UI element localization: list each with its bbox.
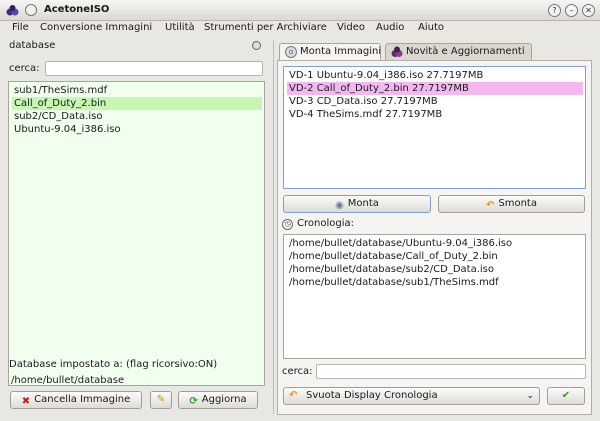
disc-icon: ◉: [335, 200, 344, 211]
chevron-down-icon: ⌄: [526, 391, 534, 401]
database-path: /home/bullet/database: [11, 375, 125, 386]
mount-button[interactable]: ◉ Monta: [283, 195, 431, 213]
close-icon[interactable]: ✕: [582, 4, 595, 17]
right-search-label: cerca:: [282, 366, 313, 377]
list-item[interactable]: sub2/CD_Data.iso: [12, 110, 262, 123]
list-item[interactable]: /home/bullet/database/sub2/CD_Data.iso: [287, 263, 583, 276]
list-item[interactable]: /home/bullet/database/Call_of_Duty_2.bin: [287, 250, 583, 263]
list-item-selected[interactable]: VD-2 Call_of_Duty_2.bin 27.7197MB: [287, 82, 583, 95]
right-search-input[interactable]: [316, 364, 586, 379]
clock-icon: ◷: [282, 219, 293, 230]
tab-novita-aggiornamenti[interactable]: Novità e Aggiornamenti: [385, 43, 532, 61]
acetoneiso-app-icon: [6, 5, 19, 16]
delete-image-button[interactable]: ✖ Cancella Immagine: [10, 391, 142, 409]
history-label: Cronologia:: [297, 218, 354, 229]
list-item[interactable]: VD-3 CD_Data.iso 27.7197MB: [287, 95, 583, 108]
database-file-list[interactable]: sub1/TheSims.mdf Call_of_Duty_2.bin sub2…: [8, 81, 265, 386]
left-search-input[interactable]: [45, 61, 263, 76]
list-item[interactable]: /home/bullet/database/sub1/TheSims.mdf: [287, 276, 583, 289]
help-icon[interactable]: ?: [548, 4, 561, 17]
database-section-label: database: [9, 40, 56, 51]
list-item-selected[interactable]: Call_of_Duty_2.bin: [12, 97, 262, 110]
database-set-label: Database impostato a: (flag ricorsivo:ON…: [9, 359, 218, 370]
undo-arrow-icon: ↶: [486, 200, 495, 211]
refresh-icon: ⟳: [189, 396, 198, 407]
tab-content-monta-immagini: VD-1 Ubuntu-9.04_i386.iso 27.7197MB VD-2…: [277, 60, 592, 415]
menu-strumenti-per-archiviare[interactable]: Strumenti per Archiviare: [204, 22, 327, 33]
menu-aiuto[interactable]: Aiuto: [418, 22, 444, 33]
panel-float-icon[interactable]: [252, 41, 261, 50]
confirm-button[interactable]: ✔: [547, 387, 585, 405]
menu-audio[interactable]: Audio: [376, 22, 404, 33]
red-x-icon: ✖: [21, 396, 31, 407]
database-panel: database cerca: sub1/TheSims.mdf Call_of…: [5, 38, 269, 413]
edit-database-button[interactable]: ✎: [150, 391, 172, 409]
list-item[interactable]: sub1/TheSims.mdf: [12, 84, 262, 97]
list-item[interactable]: VD-1 Ubuntu-9.04_i386.iso 27.7197MB: [287, 69, 583, 82]
history-action-combo[interactable]: ↶ Svuota Display Cronologia ⌄: [283, 387, 540, 405]
checkmark-icon: ✔: [561, 390, 571, 401]
pencil-icon: ✎: [156, 394, 166, 405]
minimize-icon[interactable]: –: [565, 4, 578, 17]
title-bar: AcetoneISO ? – ✕: [0, 0, 600, 21]
undo-arrow-icon: ↶: [289, 390, 298, 401]
menu-utilita[interactable]: Utilità: [165, 22, 195, 33]
panel-splitter[interactable]: [273, 40, 274, 414]
menu-file[interactable]: File: [12, 22, 29, 33]
window-title: AcetoneISO: [44, 4, 110, 15]
menu-video[interactable]: Video: [337, 22, 365, 33]
acetoneiso-news-icon: [391, 46, 403, 57]
tab-monta-immagini[interactable]: Monta Immagini: [279, 43, 381, 61]
disc-icon: [285, 46, 297, 58]
menu-bar: File Conversione Immagini Utilità Strume…: [0, 21, 600, 37]
refresh-button[interactable]: ⟳ Aggiorna: [178, 391, 258, 409]
list-item[interactable]: VD-4 TheSims.mdf 27.7197MB: [287, 108, 583, 121]
history-list[interactable]: /home/bullet/database/Ubuntu-9.04_i386.i…: [283, 234, 586, 359]
list-item[interactable]: /home/bullet/database/Ubuntu-9.04_i386.i…: [287, 237, 583, 250]
mounted-images-list[interactable]: VD-1 Ubuntu-9.04_i386.iso 27.7197MB VD-2…: [283, 66, 586, 189]
unmount-button[interactable]: ↶ Smonta: [438, 195, 585, 213]
menu-conversione-immagini[interactable]: Conversione Immagini: [40, 22, 152, 33]
window-menu-button[interactable]: [25, 4, 37, 16]
left-search-label: cerca:: [9, 63, 40, 74]
list-item[interactable]: Ubuntu-9.04_i386.iso: [12, 123, 262, 136]
